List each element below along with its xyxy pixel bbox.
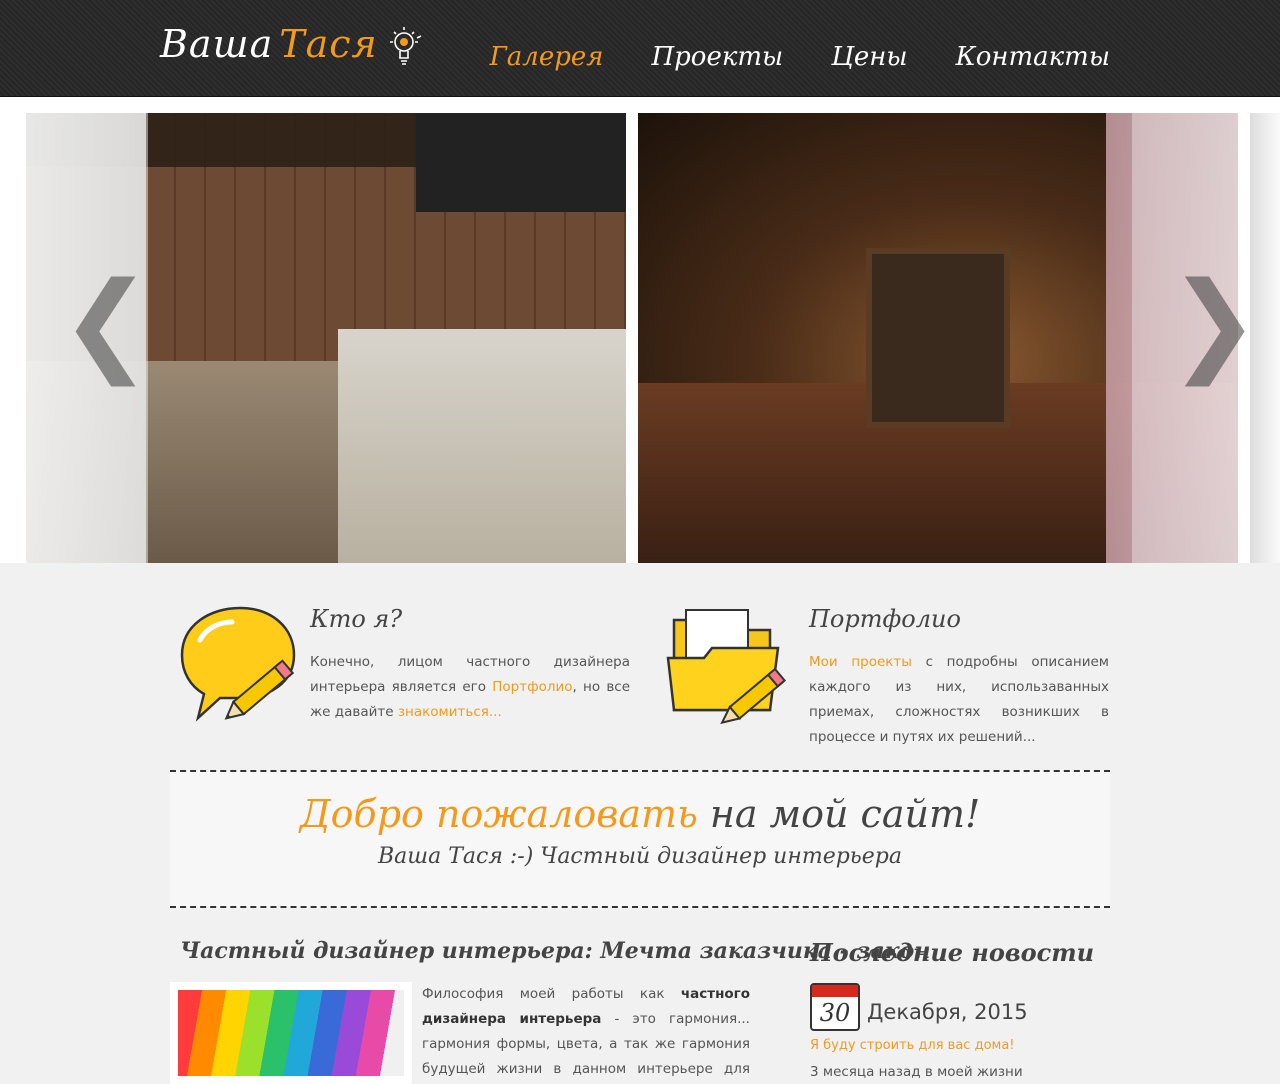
- welcome-subtitle: Ваша Тася :-) Частный дизайнер интерьера: [377, 844, 902, 869]
- info-text-portfolio: Мои проекты с подробны описанием каждого…: [809, 650, 1109, 750]
- news-headline-link[interactable]: Я буду строить для вас дома!: [810, 1038, 1015, 1053]
- article-text: Философия моей работы как частного дизай…: [422, 982, 750, 1084]
- slider-prev-icon[interactable]: ❮: [60, 267, 152, 377]
- logo-main-text: Ваша: [160, 22, 274, 66]
- news-text: 3 месяца назад в моей жизни: [810, 1064, 1023, 1080]
- nav-item-prices[interactable]: Цены: [831, 42, 907, 72]
- image-slider: ❮ ❯: [0, 97, 1280, 563]
- nav-item-gallery[interactable]: Галерея: [490, 42, 604, 72]
- site-logo[interactable]: Ваша Тася: [160, 22, 378, 66]
- article-thumbnail[interactable]: [170, 982, 412, 1084]
- slide-menu-board: [416, 113, 626, 212]
- welcome-highlight: Добро пожаловать: [299, 792, 698, 836]
- nav-item-contacts[interactable]: Контакты: [956, 42, 1110, 72]
- slide-back-wall: [866, 248, 1010, 428]
- nav-item-projects[interactable]: Проекты: [651, 42, 783, 72]
- my-projects-link[interactable]: Мои проекты: [809, 654, 912, 670]
- news-date: Декабря, 2015: [867, 1000, 1028, 1024]
- info-text-about: Конечно, лицом частного дизайнера интерь…: [310, 650, 630, 725]
- welcome-banner: Добро пожаловать на мой сайт! Ваша Тася …: [170, 770, 1110, 908]
- speech-bubble-pencil-icon: [180, 606, 296, 722]
- welcome-rest: на мой сайт!: [697, 792, 981, 836]
- logo-accent-text: Тася: [279, 22, 378, 66]
- info-block-about: Кто я? Конечно, лицом частного дизайнера…: [170, 600, 640, 740]
- info-title-about: Кто я?: [310, 605, 403, 633]
- color-swatches-image: [178, 990, 404, 1076]
- main-nav: Галерея Проекты Цены Контакты: [490, 42, 1110, 72]
- info-block-portfolio: Портфолио Мои проекты с подробны описани…: [660, 600, 1110, 745]
- news-section-title: Последние новости: [810, 938, 1095, 967]
- calendar-header: [812, 985, 858, 997]
- article-text-part1: Философия моей работы как: [422, 986, 681, 1002]
- site-header: Ваша Тася Галерея Проекты Цены Контакты: [0, 0, 1280, 97]
- calendar-icon: 30: [810, 983, 860, 1031]
- calendar-day: 30: [819, 999, 851, 1027]
- folder-pencil-icon: [666, 609, 787, 725]
- slider-next-icon[interactable]: ❯: [1168, 267, 1260, 377]
- acquaint-link[interactable]: знакомиться...: [398, 704, 502, 720]
- slide-counter: [338, 329, 626, 563]
- lightbulb-icon: [390, 27, 422, 65]
- info-title-portfolio: Портфолио: [809, 605, 961, 633]
- portfolio-link[interactable]: Портфолио: [492, 679, 572, 695]
- welcome-heading: Добро пожаловать на мой сайт!: [170, 792, 1110, 836]
